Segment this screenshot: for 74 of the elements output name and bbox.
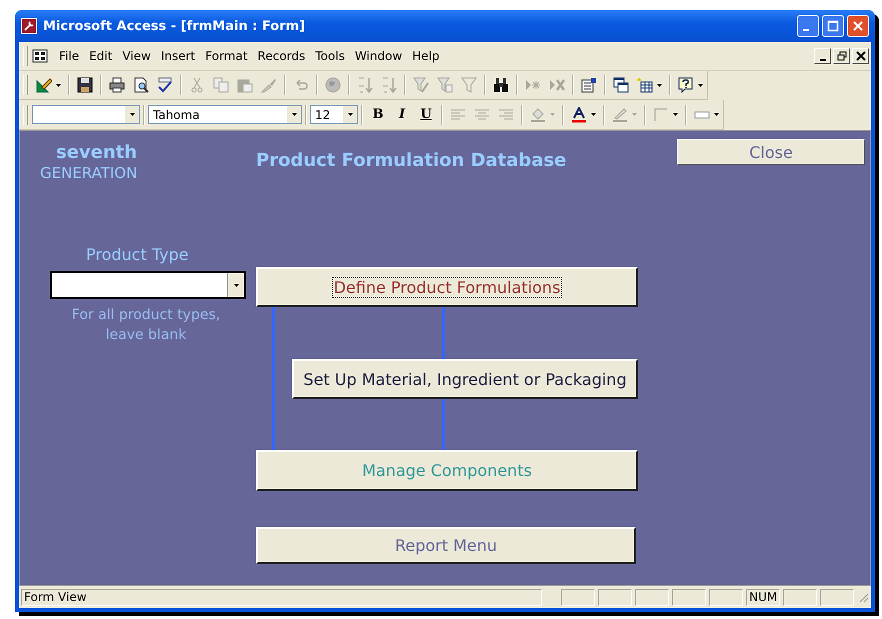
text-style-button[interactable]: I	[390, 104, 414, 126]
menu-item[interactable]: Window	[350, 47, 408, 65]
save-icon[interactable]	[77, 77, 93, 93]
status-pane	[672, 588, 706, 606]
menu-item[interactable]: Insert	[156, 47, 200, 65]
printer-icon[interactable]	[109, 77, 125, 93]
new-table-icon[interactable]	[637, 77, 653, 93]
resize-grip-icon[interactable]	[857, 591, 870, 603]
paste-icon[interactable]	[237, 77, 253, 93]
menu-button[interactable]: Define Product Formulations	[256, 267, 638, 307]
windows-icon[interactable]	[613, 77, 629, 93]
close-button[interactable]	[852, 48, 869, 64]
menu-item[interactable]: Help	[407, 47, 445, 65]
minimize-icon	[820, 58, 826, 60]
status-pane	[561, 588, 596, 606]
font-size-field[interactable]: 12	[310, 105, 358, 124]
minimize-button[interactable]	[814, 48, 831, 64]
product-type-field[interactable]	[50, 271, 246, 299]
font-field[interactable]: Tahoma	[148, 105, 302, 124]
restore-icon	[836, 51, 846, 61]
copy-icon[interactable]	[213, 77, 229, 93]
menu-item[interactable]: File	[54, 47, 84, 65]
app-key-icon	[21, 18, 37, 34]
maximize-button[interactable]	[822, 15, 844, 37]
status-text: Form View	[21, 588, 542, 606]
filter-form-icon[interactable]	[437, 77, 453, 93]
text-style-button[interactable]: B	[366, 104, 390, 126]
window-title: Microsoft Access - [frmMain : Form]	[43, 18, 306, 34]
caret-icon[interactable]	[714, 113, 719, 116]
spelling-icon[interactable]	[157, 77, 173, 93]
field-label: Product Type	[86, 245, 189, 264]
menu-item[interactable]: Edit	[84, 47, 118, 65]
restore-button[interactable]	[833, 48, 850, 64]
close-icon	[856, 51, 866, 61]
caret-icon[interactable]	[698, 84, 703, 86]
properties-icon[interactable]	[581, 77, 597, 93]
text-style-button[interactable]: U	[414, 104, 438, 126]
hint-text: For all product types, leave blank	[70, 306, 222, 345]
form-icon[interactable]	[32, 48, 48, 64]
menu-item[interactable]: Format	[200, 47, 253, 65]
menu-item[interactable]: Records	[252, 47, 310, 65]
pencil-ruler-icon[interactable]	[36, 77, 52, 93]
line-color-icon[interactable]	[612, 106, 628, 122]
caret-icon[interactable]	[56, 84, 61, 86]
close-icon	[852, 20, 864, 32]
form-heading: Product Formulation Database	[256, 150, 566, 171]
print-preview-icon[interactable]	[133, 77, 149, 93]
minimize-icon	[803, 29, 809, 31]
caret-icon	[292, 113, 296, 116]
menu-button[interactable]: Report Menu	[256, 527, 636, 564]
caret-icon	[130, 113, 134, 116]
status-pane	[598, 588, 632, 606]
caret-icon[interactable]	[657, 84, 662, 86]
status-indicator: NUM	[746, 588, 780, 606]
font-color-icon[interactable]	[571, 106, 587, 122]
menu-button[interactable]: Set Up Material, Ingredient or Packaging	[292, 359, 638, 399]
logo-text: seventh	[56, 142, 138, 163]
logo-text: GENERATION	[40, 164, 138, 182]
binoculars-icon[interactable]	[493, 77, 509, 93]
help-icon[interactable]	[678, 77, 694, 93]
caret-icon[interactable]	[673, 113, 678, 116]
status-pane	[820, 588, 854, 606]
status-pane	[709, 588, 744, 606]
caret-icon	[348, 113, 352, 116]
caret-icon	[234, 284, 238, 286]
menu-item[interactable]: Tools	[310, 47, 350, 65]
caret-icon[interactable]	[591, 113, 596, 116]
maximize-icon	[827, 20, 839, 32]
status-pane	[635, 588, 670, 606]
status-pane	[783, 588, 818, 606]
menu-item[interactable]: View	[117, 47, 156, 65]
close-form-button[interactable]: Close	[677, 139, 865, 165]
globe-icon[interactable]	[325, 77, 341, 93]
object-field[interactable]	[32, 105, 140, 124]
